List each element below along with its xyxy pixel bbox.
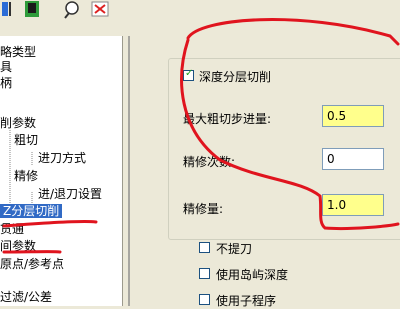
- tree-item[interactable]: 柄: [0, 76, 12, 90]
- preview-icon[interactable]: [62, 0, 82, 20]
- tree-item[interactable]: 进/退刀设置: [38, 187, 102, 201]
- max-rough-step-input[interactable]: 0.5: [322, 105, 384, 127]
- toolbar: [0, 0, 400, 24]
- tree-item[interactable]: 具: [0, 60, 12, 74]
- tree-item[interactable]: 削参数: [0, 116, 36, 130]
- tree-item[interactable]: 进刀方式: [38, 151, 86, 165]
- finish-amount-input[interactable]: 1.0: [322, 194, 384, 216]
- island-depth-label: 使用岛屿深度: [216, 268, 289, 282]
- gauge-icon[interactable]: [22, 0, 42, 20]
- tree-item-selected[interactable]: Z分层切削: [0, 204, 63, 218]
- finish-amount-label: 精修量:: [183, 202, 224, 216]
- run-icon[interactable]: [0, 0, 20, 20]
- finish-passes-label: 精修次数:: [183, 155, 236, 169]
- subprogram-label: 使用子程序: [216, 294, 277, 308]
- tree-item[interactable]: 贯通: [0, 222, 24, 236]
- finish-passes-input[interactable]: 0: [322, 148, 384, 170]
- depth-cut-checkbox[interactable]: ✓: [183, 68, 194, 81]
- delete-icon[interactable]: [90, 0, 110, 20]
- check-icon: ✓: [185, 68, 194, 79]
- tree-item[interactable]: 间参数: [0, 239, 36, 253]
- tree-item[interactable]: 过滤/公差: [0, 290, 52, 304]
- max-rough-step-label: 最大粗切步进量:: [183, 112, 272, 126]
- parameter-tree: 略类型 具 柄 削参数 粗切 进刀方式 精修 进/退刀设置 Z分层切削 贯通 间…: [0, 36, 123, 306]
- tree-item[interactable]: 原点/参考点: [0, 257, 64, 271]
- island-depth-checkbox[interactable]: [199, 268, 210, 279]
- depth-cut-label: 深度分层切削: [199, 70, 272, 84]
- no-retract-checkbox[interactable]: [199, 242, 210, 253]
- no-retract-label: 不提刀: [216, 242, 253, 256]
- tree-item[interactable]: 粗切: [14, 133, 38, 147]
- splitter[interactable]: [128, 36, 130, 306]
- tree-item[interactable]: 略类型: [0, 45, 36, 59]
- tree-item[interactable]: 精修: [14, 169, 38, 183]
